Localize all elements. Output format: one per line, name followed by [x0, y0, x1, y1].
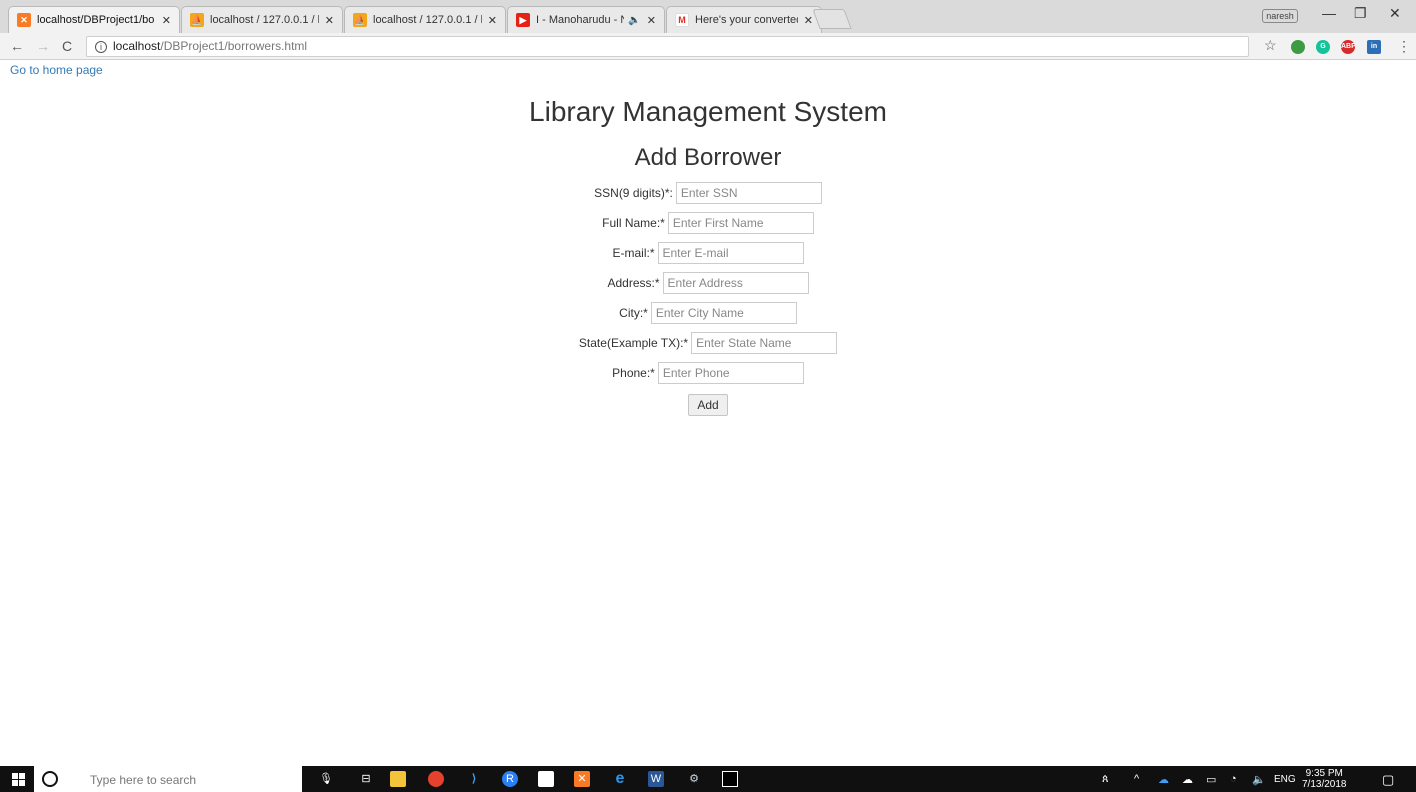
add-button[interactable]: Add — [688, 394, 728, 416]
browser-toolbar: ← → C i localhost/DBProject1/borrowers.ht… — [0, 33, 1416, 60]
edge-icon[interactable]: e — [612, 771, 628, 787]
ssn-row: SSN(9 digits)*: — [0, 178, 1416, 208]
cloud-icon[interactable]: ☁ — [1182, 773, 1193, 786]
close-icon[interactable]: ✕ — [647, 14, 656, 27]
profile-button[interactable]: naresh — [1262, 9, 1298, 23]
xampp-icon: ✕ — [17, 13, 31, 27]
tab-youtube[interactable]: ▶ I - Manoharudu - Nuv 🔈 ✕ — [507, 6, 665, 33]
close-window-icon[interactable]: ✕ — [1389, 5, 1401, 22]
address-bar[interactable]: i localhost/DBProject1/borrowers.html — [86, 36, 1249, 57]
chrome-icon[interactable] — [428, 771, 444, 787]
info-icon[interactable]: i — [95, 41, 107, 53]
email-input[interactable] — [657, 242, 804, 264]
ssms-icon[interactable]: ⚙ — [686, 771, 702, 787]
minimize-icon[interactable]: — — [1322, 5, 1336, 21]
city-row: City:* — [0, 298, 1416, 328]
show-hidden-icons-icon[interactable]: ^ — [1134, 773, 1139, 785]
close-icon[interactable]: ✕ — [804, 14, 813, 27]
page-title: Library Management System — [529, 96, 887, 127]
add-button-row: Add — [0, 390, 1416, 420]
tab-title: localhost/DBProject1/bo — [37, 14, 155, 26]
phpmyadmin-icon: ⛵ — [190, 13, 204, 27]
tab-title: I - Manoharudu - Nuv — [536, 14, 624, 26]
linkedin-extension-icon[interactable]: in — [1367, 40, 1381, 54]
people-icon[interactable]: ጰ — [1102, 773, 1109, 786]
url-path: /DBProject1/borrowers.html — [160, 39, 308, 53]
menu-icon[interactable]: ⋮ — [1397, 38, 1411, 55]
onedrive-icon[interactable]: ☁ — [1158, 773, 1169, 786]
page-content: Go to home page Library Management Syste… — [0, 61, 1416, 766]
state-label: State(Example TX):* — [578, 336, 689, 350]
taskbar-search[interactable]: Type here to search — [34, 766, 302, 792]
phone-label: Phone:* — [612, 366, 655, 380]
r-icon[interactable]: R — [502, 771, 518, 787]
search-placeholder: Type here to search — [90, 773, 197, 787]
bookmark-star-icon[interactable]: ☆ — [1264, 37, 1277, 54]
phpmyadmin-icon: ⛵ — [353, 13, 367, 27]
tab-title: localhost / 127.0.0.1 / bo — [373, 14, 482, 26]
close-icon[interactable]: ✕ — [325, 14, 334, 27]
tab-title: localhost / 127.0.0.1 / bo — [210, 14, 319, 26]
home-page-link[interactable]: Go to home page — [10, 63, 103, 77]
address-row: Address:* — [0, 268, 1416, 298]
full-name-row: Full Name:* — [0, 208, 1416, 238]
add-borrower-form: SSN(9 digits)*: Full Name:* E-mail:* Add… — [0, 178, 1416, 420]
phone-input[interactable] — [657, 362, 804, 384]
phone-row: Phone:* — [0, 358, 1416, 388]
email-label: E-mail:* — [612, 246, 655, 260]
tab-phpmyadmin-1[interactable]: ⛵ localhost / 127.0.0.1 / bo ✕ — [181, 6, 343, 33]
system-clock[interactable]: 9:35 PM 7/13/2018 — [1302, 768, 1347, 790]
windows-start-icon[interactable] — [12, 773, 25, 786]
xampp-icon[interactable]: ✕ — [574, 771, 590, 787]
word-icon[interactable]: W — [648, 771, 664, 787]
close-icon[interactable]: ✕ — [162, 14, 171, 27]
adblock-plus-icon[interactable]: ABP — [1341, 40, 1356, 54]
cortana-icon[interactable] — [42, 771, 58, 787]
ssn-input[interactable] — [675, 182, 822, 204]
form-title: Add Borrower — [634, 144, 782, 171]
microphone-icon[interactable]: 🎙 — [318, 771, 334, 787]
gmail-icon: M — [675, 13, 689, 27]
tab-phpmyadmin-2[interactable]: ⛵ localhost / 127.0.0.1 / bo ✕ — [344, 6, 506, 33]
restore-icon[interactable]: ❐ — [1354, 5, 1367, 22]
vscode-icon[interactable]: ⟩ — [466, 771, 482, 787]
tab-borrowers[interactable]: ✕ localhost/DBProject1/bo ✕ — [8, 6, 180, 33]
language-indicator[interactable]: ENG — [1274, 774, 1296, 785]
wifi-icon[interactable]: ◔ — [1230, 773, 1237, 785]
state-input[interactable] — [691, 332, 838, 354]
email-row: E-mail:* — [0, 238, 1416, 268]
windows-taskbar: Type here to search 🎙 ⊟ ⟩ R ✕ e W ⚙ ጰ ^ … — [0, 766, 1416, 792]
sticky-notes-icon[interactable] — [538, 771, 554, 787]
tab-title: Here's your converted do — [695, 14, 798, 26]
full-name-label: Full Name:* — [602, 216, 665, 230]
back-icon[interactable]: ← — [10, 38, 24, 54]
extension-green-icon[interactable] — [1291, 40, 1305, 54]
full-name-input[interactable] — [667, 212, 814, 234]
city-input[interactable] — [650, 302, 797, 324]
address-input[interactable] — [662, 272, 809, 294]
close-icon[interactable]: ✕ — [488, 14, 497, 27]
address-label: Address:* — [607, 276, 660, 290]
clock-date: 7/13/2018 — [1302, 779, 1347, 790]
battery-icon[interactable]: ▭ — [1206, 773, 1216, 786]
volume-icon[interactable]: 🔈 — [1252, 773, 1266, 786]
action-center-icon[interactable]: ▢ — [1382, 772, 1394, 788]
terminal-icon[interactable] — [722, 771, 738, 787]
task-view-icon[interactable]: ⊟ — [358, 771, 374, 787]
browser-tab-strip: ✕ localhost/DBProject1/bo ✕ ⛵ localhost … — [0, 0, 1416, 33]
grammarly-icon[interactable]: G — [1316, 40, 1330, 54]
state-row: State(Example TX):* — [0, 328, 1416, 358]
clock-time: 9:35 PM — [1305, 768, 1343, 779]
tab-gmail[interactable]: M Here's your converted do ✕ — [666, 6, 822, 33]
forward-icon[interactable]: → — [36, 38, 50, 54]
reload-icon[interactable]: C — [62, 38, 72, 54]
file-explorer-icon[interactable] — [390, 771, 406, 787]
city-label: City:* — [619, 306, 648, 320]
youtube-icon: ▶ — [516, 13, 530, 27]
new-tab-button[interactable] — [812, 9, 852, 29]
speaker-icon[interactable]: 🔈 — [628, 15, 640, 26]
url-host: localhost — [113, 39, 161, 53]
ssn-label: SSN(9 digits)*: — [594, 186, 673, 200]
